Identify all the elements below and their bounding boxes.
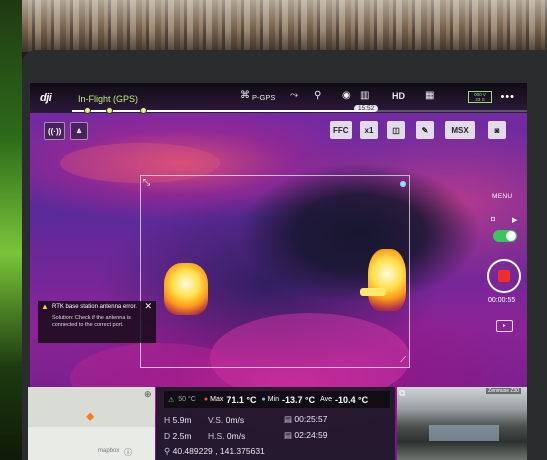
menu-button[interactable]: MENU — [492, 193, 512, 200]
flight-mode-label[interactable]: In-Flight (GPS) — [78, 94, 138, 104]
flight-time-value: 00:25:57 — [294, 414, 328, 424]
battery-voltage-box: 000 V 23 S — [468, 91, 492, 103]
background-foliage — [0, 0, 22, 460]
remaining-time-value: 02:24:59 — [294, 430, 328, 440]
hs-value: 0m/s — [226, 431, 246, 441]
wrench-icon[interactable]: ✎ — [416, 121, 434, 139]
height-key: H — [164, 415, 171, 425]
status-bar: dji In-Flight (GPS) ⌘ P-GPS ⤳ ⚲ ◉ ▥ HD ▦… — [30, 83, 527, 114]
vs-value: 0m/s — [225, 415, 245, 425]
ffc-button[interactable]: FFC — [330, 121, 352, 139]
location-pin-icon: ⚲ — [164, 446, 171, 456]
alert-title: RTK base station antenna error. — [52, 304, 137, 310]
close-icon[interactable]: ✕ — [144, 302, 152, 311]
flight-time-icon: ▤ — [284, 414, 293, 424]
swap-view-icon[interactable]: ⧉ — [399, 388, 405, 399]
temperature-bar: ⚠ 50 °C ● Max 71.1 °C ● Min -13.7 °C Ave… — [164, 391, 390, 408]
max-temperature: 71.1 °C — [226, 394, 257, 405]
aircraft-icon: ⬥ — [86, 409, 95, 423]
recenter-icon[interactable]: ⊕ — [144, 389, 152, 400]
more-options-icon[interactable]: ••• — [500, 91, 515, 103]
max-label: Max — [210, 396, 224, 403]
expand-icon[interactable]: ⤡ — [143, 177, 150, 188]
gps-signal-icon: ⚲ — [314, 90, 322, 101]
alert-message: Solution: Check if the antenna is connec… — [52, 315, 131, 328]
zoom-button[interactable]: x1 — [360, 121, 378, 139]
vision-positioning-icon: ◉ — [342, 90, 351, 101]
satellite-icon: ⌘ — [240, 90, 250, 101]
lidar-icon[interactable]: ((·)) — [44, 122, 66, 140]
flight-time-readout: ▤ 00:25:57 — [284, 414, 328, 425]
distance-value: 2.5m — [172, 431, 192, 441]
remaining-time-readout: ▤ 02:24:59 — [284, 430, 328, 441]
vs-key: V.S. — [208, 415, 224, 425]
dji-logo[interactable]: dji — [40, 92, 52, 104]
record-time: 00:00:55 — [488, 297, 516, 304]
min-dot-icon: ● — [261, 396, 266, 403]
map-attribution: mapbox — [98, 448, 120, 454]
height-value: 5.9m — [172, 415, 192, 425]
battery-icon[interactable]: ▦ — [425, 90, 434, 101]
remote-signal-icon: ▥ — [360, 90, 370, 101]
ave-temperature: -10.4 °C — [335, 394, 369, 405]
min-label: Min — [267, 396, 279, 403]
msx-button[interactable]: MSX — [445, 121, 475, 139]
spot-temperature: 50 °C — [178, 396, 196, 403]
telemetry-panel: ⚠ 50 °C ● Max 71.1 °C ● Min -13.7 °C Ave… — [156, 387, 395, 460]
camera-settings-icon[interactable]: ◙ — [488, 121, 506, 139]
progress-marker — [106, 107, 113, 114]
battery-progress-track — [72, 107, 527, 114]
height-readout: H 5.9m — [164, 415, 191, 425]
coordinates-value: 40.489229 , 141.375631 — [172, 446, 265, 456]
compass-icon[interactable]: ⩓ — [70, 122, 88, 140]
background-trees — [22, 0, 547, 52]
photo-mode-icon[interactable]: ◘ — [491, 216, 495, 223]
progress-marker — [84, 107, 91, 114]
progress-marker — [140, 107, 147, 114]
frame-handle[interactable] — [400, 181, 406, 187]
hs-key: H.S. — [208, 431, 225, 441]
max-dot-icon: ● — [203, 396, 209, 403]
flight-time-bubble: 15:52 — [354, 105, 379, 112]
record-button[interactable] — [487, 259, 521, 293]
gps-mode-label: P-GPS — [252, 93, 276, 102]
map-info-icon[interactable]: ⓘ — [124, 447, 132, 458]
zoom-camera-pip[interactable]: ⧉ Zenmuse Z30 — [397, 387, 527, 460]
pip-camera-label: Zenmuse Z30 — [486, 388, 521, 394]
metering-frame[interactable]: ⤡ ⟋ — [140, 175, 410, 368]
battery-progress-fill — [72, 110, 372, 112]
min-temperature: -13.7 °C — [281, 394, 316, 405]
resize-icon[interactable]: ⟋ — [400, 355, 406, 365]
rtk-error-alert: ▲ ✕ RTK base station antenna error. Solu… — [38, 301, 156, 343]
pip-water — [429, 425, 499, 441]
distance-key: D — [164, 431, 171, 441]
vertical-speed-readout: V.S. 0m/s — [208, 415, 244, 425]
palette-icon[interactable]: ◫ — [387, 121, 405, 139]
playback-icon[interactable]: ▸ — [496, 320, 513, 332]
coordinates-readout: ⚲ 40.489229 , 141.375631 — [164, 446, 265, 457]
remaining-time-icon: ▤ — [284, 430, 293, 440]
warning-icon: ▲ — [41, 302, 49, 311]
video-mode-icon[interactable]: ▶ — [512, 216, 517, 224]
temp-alarm-icon: ⚠ — [168, 396, 175, 404]
video-link-label: HD — [392, 91, 405, 101]
minimap[interactable]: ⬥ ⊕ ⓘ mapbox — [28, 387, 155, 460]
obstacle-avoidance-icon[interactable]: ⤳ — [290, 90, 298, 101]
horizontal-speed-readout: H.S. 0m/s — [208, 431, 245, 441]
distance-readout: D 2.5m — [164, 431, 191, 441]
ave-label: Ave — [320, 396, 333, 403]
battery-voltage-bottom: 23 S — [475, 97, 485, 102]
photo-video-toggle[interactable] — [493, 230, 517, 242]
